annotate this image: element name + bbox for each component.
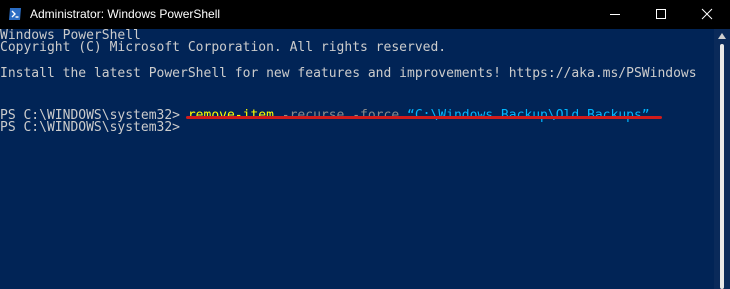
maximize-icon: [656, 9, 666, 19]
maximize-button[interactable]: [638, 0, 684, 29]
title-bar[interactable]: Administrator: Windows PowerShell: [0, 0, 730, 29]
close-icon: [701, 8, 713, 20]
minimize-icon: [610, 14, 620, 15]
powershell-icon: [8, 7, 22, 21]
console-output[interactable]: Windows PowerShell Copyright (C) Microso…: [0, 29, 714, 289]
current-prompt[interactable]: PS C:\WINDOWS\system32>: [0, 121, 180, 134]
vertical-scrollbar[interactable]: [714, 29, 730, 289]
console-copyright: Copyright (C) Microsoft Corporation. All…: [0, 40, 447, 55]
red-underline-annotation: [186, 116, 662, 119]
powershell-window: Administrator: Windows PowerShell Window…: [0, 0, 730, 289]
scrollbar-thumb[interactable]: [720, 44, 724, 289]
minimize-button[interactable]: [592, 0, 638, 29]
window-title: Administrator: Windows PowerShell: [30, 7, 221, 21]
console-install-hint: Install the latest PowerShell for new fe…: [0, 66, 697, 81]
close-button[interactable]: [684, 0, 730, 29]
scroll-up-icon[interactable]: [718, 33, 726, 39]
